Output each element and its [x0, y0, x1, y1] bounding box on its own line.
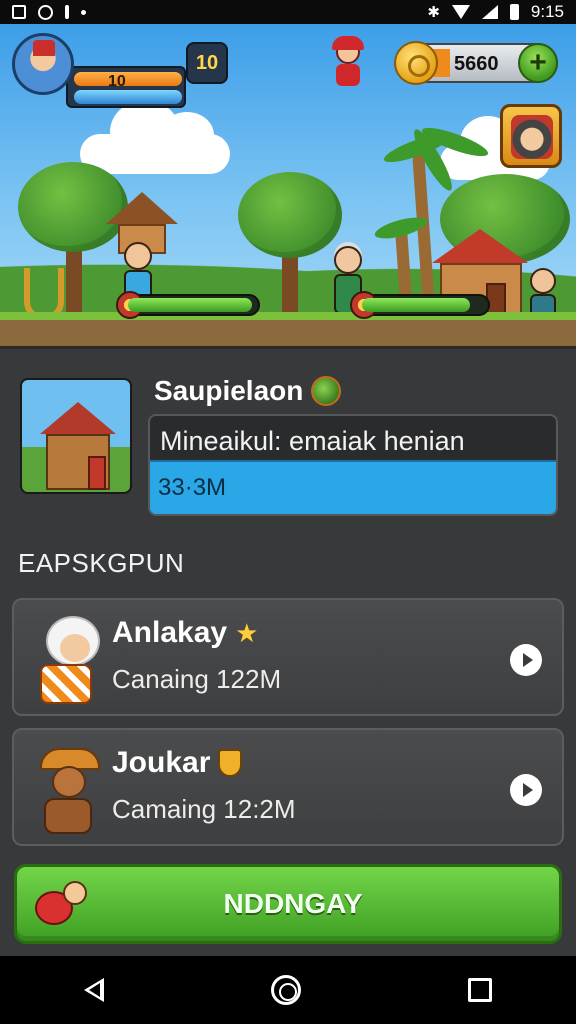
dot-icon [81, 9, 86, 15]
alert-icon [65, 5, 69, 19]
bluetooth-icon: ✱ [427, 3, 440, 21]
coin-amount: 5660 [454, 53, 499, 75]
home-icon[interactable] [270, 975, 301, 1005]
game-scene[interactable]: 10 10 5660 + [0, 24, 576, 346]
quest-character-icon[interactable] [330, 36, 364, 88]
portrait-face-icon [511, 115, 553, 159]
primary-action-label: NDDNGAY [223, 888, 363, 919]
primary-action-button[interactable]: NDDNGAY [14, 864, 562, 944]
add-coins-button[interactable]: + [518, 43, 558, 83]
sheep-character-avatar [26, 610, 110, 706]
hp-value: 10 [108, 73, 126, 90]
player-stat-bars: 10 [66, 66, 186, 108]
character-card[interactable]: Anlakay ★ Canaing 122M [12, 598, 564, 716]
value-bar: 33·3M [150, 460, 556, 514]
back-icon[interactable] [83, 978, 104, 1002]
card-title: Anlakay ★ [112, 616, 258, 650]
mp-bar [74, 90, 182, 104]
description-box: Mineaikul: emaiak henian 33·3M [148, 414, 558, 516]
recent-apps-icon[interactable] [468, 978, 493, 1002]
wizard-character-avatar [26, 740, 110, 836]
card-title: Joukar [112, 746, 243, 780]
card-name-text: Joukar [112, 746, 211, 779]
character-card[interactable]: Joukar Camaing 12:2M [12, 728, 564, 846]
card-subtitle: Canaing 122M [112, 664, 282, 694]
value-text: 33·3M [158, 474, 227, 501]
status-bar: ✱ 9:15 [0, 0, 576, 24]
coin-counter: 5660 + [394, 41, 558, 85]
house-roof [40, 402, 116, 434]
unit-health-bar [116, 291, 260, 319]
coin-icon [394, 41, 438, 85]
wifi-icon [451, 5, 470, 19]
house-door [88, 456, 106, 490]
notification-icon [12, 5, 26, 19]
battery-icon [509, 4, 519, 20]
leaf-icon [311, 376, 342, 406]
system-nav-bar [0, 956, 576, 1024]
selected-building-thumbnail[interactable] [20, 378, 132, 494]
open-card-button[interactable] [510, 644, 542, 676]
unit-health-bar [350, 291, 490, 319]
player-avatar[interactable] [12, 33, 74, 95]
star-icon: ★ [235, 618, 259, 648]
description-text: Mineaikul: emaiak henian [160, 426, 465, 456]
level-badge: 10 [186, 42, 228, 84]
status-bar-left [12, 4, 86, 20]
card-name-text: Anlakay [112, 616, 228, 649]
section-label: EAPSKGPUN [18, 548, 185, 578]
status-time: 9:15 [530, 2, 564, 21]
ground [0, 312, 576, 346]
hp-bar: 10 [74, 72, 182, 90]
sync-icon [38, 4, 53, 20]
selected-title-text: Saupielaon [154, 375, 304, 406]
character-portrait-button[interactable] [500, 104, 562, 168]
signal-icon [481, 5, 498, 19]
selected-title: Saupielaon [154, 375, 342, 407]
status-bar-right: ✱ 9:15 [427, 2, 564, 22]
shield-icon [218, 749, 243, 777]
creature-icon [35, 881, 87, 927]
open-card-button[interactable] [510, 774, 542, 806]
card-subtitle: Camaing 12:2M [112, 794, 296, 824]
